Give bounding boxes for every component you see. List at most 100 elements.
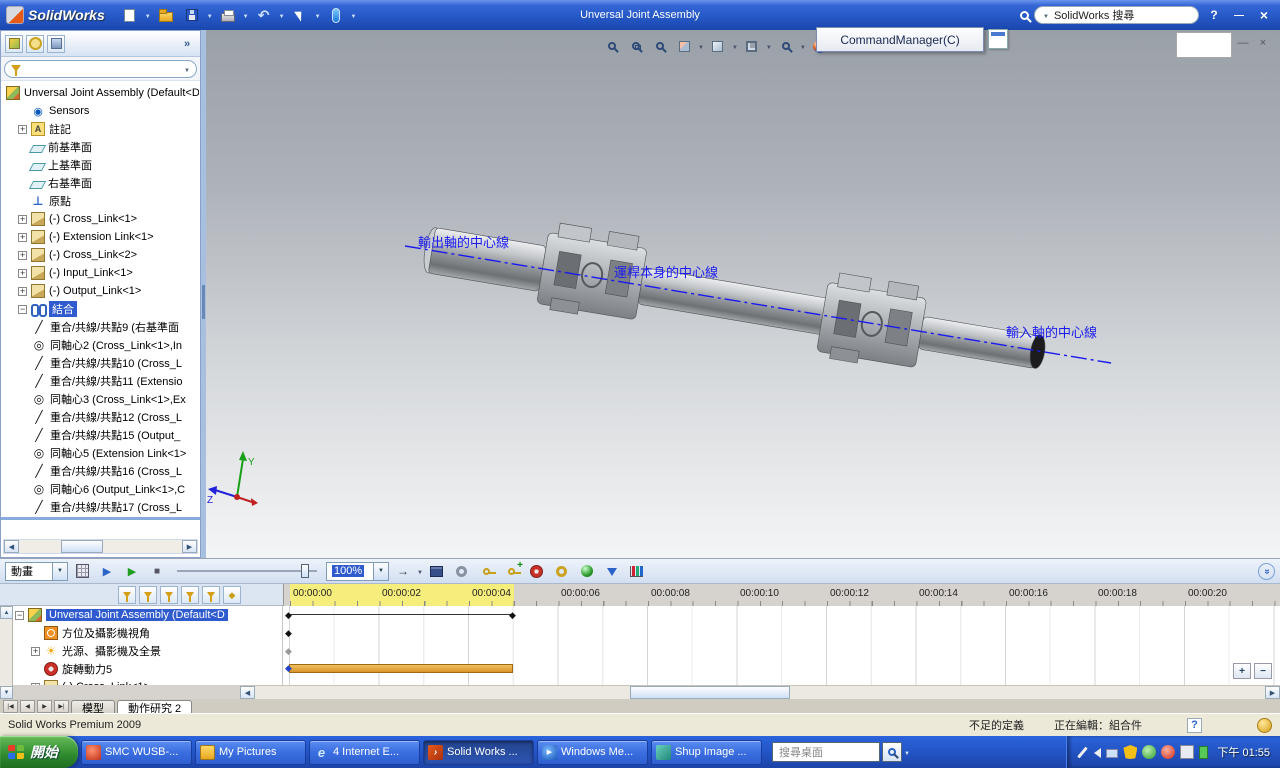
tree-item-mate[interactable]: 重合/共線/共點9 (右基準面 bbox=[2, 318, 199, 336]
print-button[interactable] bbox=[217, 4, 239, 26]
study-type-dropdown-arrow[interactable] bbox=[52, 562, 67, 580]
filter-results-button[interactable] bbox=[202, 586, 220, 604]
next-tab-button[interactable] bbox=[37, 700, 52, 713]
motion-tree-item-camera-views[interactable]: 方位及攝影機視角 bbox=[13, 624, 282, 642]
timeline-ruler[interactable]: 00:00:00 00:00:02 00:00:04 00:00:06 00:0… bbox=[283, 584, 1280, 606]
featuremanager-tab[interactable] bbox=[5, 34, 23, 53]
taskbar-task-my-pictures[interactable]: My Pictures bbox=[195, 739, 306, 765]
output-shaft-centerline-label[interactable]: 輸出軸的中心線 bbox=[418, 232, 509, 251]
tree-item-mate[interactable]: 同軸心6 (Output_Link<1>,C bbox=[2, 480, 199, 498]
calculate-button[interactable] bbox=[71, 561, 93, 582]
print-dropdown-arrow[interactable] bbox=[243, 9, 249, 21]
key-diamond-end[interactable] bbox=[509, 610, 516, 620]
slider-thumb[interactable] bbox=[301, 564, 309, 578]
key-properties-button[interactable] bbox=[223, 586, 241, 604]
taskbar-task-internet-explorer-group[interactable]: 4 Internet E... bbox=[309, 739, 420, 765]
taskbar-task-shup-image[interactable]: Shup Image ... bbox=[651, 739, 762, 765]
tree-item-mate[interactable]: 同軸心5 (Extension Link<1> bbox=[2, 444, 199, 462]
desktop-search-button[interactable] bbox=[882, 742, 902, 762]
taskbar-task-smc[interactable]: SMC WUSB-... bbox=[81, 739, 192, 765]
scroll-left-button[interactable]: ◀ bbox=[4, 540, 19, 553]
save-button[interactable] bbox=[181, 4, 203, 26]
filter-all-button[interactable] bbox=[118, 586, 136, 604]
key-diamond-motor[interactable] bbox=[285, 663, 292, 673]
undo-button[interactable] bbox=[253, 4, 275, 26]
timeline-horizontal-scrollbar[interactable]: ◀ ▶ bbox=[240, 685, 1280, 699]
autokey-button[interactable] bbox=[476, 561, 498, 582]
tree-item-origin[interactable]: 原點 bbox=[2, 192, 199, 210]
panel-horizontal-scrollbar[interactable]: ◀ ▶ bbox=[3, 539, 198, 554]
new-document-button[interactable] bbox=[119, 4, 141, 26]
motion-tree-item-lights-cameras[interactable]: 光源、攝影機及全景 bbox=[13, 642, 282, 660]
security-shield-tray-icon[interactable] bbox=[1123, 745, 1138, 759]
new-dropdown-arrow[interactable] bbox=[145, 9, 151, 21]
timeline-zoom-select[interactable]: 100% bbox=[326, 561, 389, 581]
tree-item-mate[interactable]: 重合/共線/共點16 (Cross_L bbox=[2, 462, 199, 480]
filter-animated-button[interactable] bbox=[139, 586, 157, 604]
tree-filter-input[interactable] bbox=[4, 60, 197, 78]
taskbar-task-windows-media[interactable]: Windows Me... bbox=[537, 739, 648, 765]
scroll-down-button[interactable]: ▼ bbox=[0, 686, 13, 699]
expand-icon[interactable] bbox=[18, 124, 27, 134]
configurationmanager-tab[interactable] bbox=[47, 34, 65, 53]
help-button[interactable] bbox=[1204, 6, 1224, 24]
play-button[interactable] bbox=[121, 561, 143, 582]
scroll-left-button[interactable]: ◀ bbox=[240, 686, 255, 699]
tree-item-extension-link1[interactable]: (-) Extension Link<1> bbox=[2, 228, 199, 246]
timeline-grid[interactable] bbox=[283, 606, 1280, 685]
search-input[interactable]: SolidWorks 搜尋 bbox=[1034, 6, 1199, 24]
input-method-tray-icon[interactable] bbox=[1180, 745, 1195, 759]
messenger-tray-icon[interactable] bbox=[1142, 745, 1157, 759]
key-diamond-lights[interactable] bbox=[285, 646, 292, 656]
filter-driving-button[interactable] bbox=[160, 586, 178, 604]
tab-model[interactable]: 模型 bbox=[71, 700, 115, 715]
playback-mode-dropdown-arrow[interactable] bbox=[417, 565, 423, 577]
scroll-thumb[interactable] bbox=[630, 686, 790, 699]
panel-split-line[interactable] bbox=[1, 517, 200, 520]
select-dropdown-arrow[interactable] bbox=[315, 9, 321, 21]
save-animation-button[interactable] bbox=[426, 561, 448, 582]
gravity-button[interactable] bbox=[601, 561, 623, 582]
key-diamond-start[interactable] bbox=[285, 610, 292, 620]
toolbar-window-icon[interactable] bbox=[988, 29, 1008, 49]
tree-item-annotations[interactable]: 註記 bbox=[2, 120, 199, 138]
expand-icon[interactable] bbox=[31, 646, 40, 656]
tree-item-input-link1[interactable]: (-) Input_Link<1> bbox=[2, 264, 199, 282]
tree-item-mate[interactable]: 同軸心2 (Cross_Link<1>,In bbox=[2, 336, 199, 354]
tree-item-output-link1[interactable]: (-) Output_Link<1> bbox=[2, 282, 199, 300]
tree-item-right-plane[interactable]: 右基準面 bbox=[2, 174, 199, 192]
panel-expand-chevron[interactable]: » bbox=[178, 38, 196, 50]
playback-mode-button[interactable] bbox=[392, 561, 414, 582]
collapse-motionmanager-button[interactable] bbox=[1258, 562, 1275, 580]
network-tray-icon[interactable] bbox=[1106, 749, 1119, 758]
scroll-thumb[interactable] bbox=[61, 540, 103, 553]
motor-duration-bar[interactable] bbox=[289, 664, 513, 673]
taskbar-task-solidworks[interactable]: Solid Works ... bbox=[423, 739, 534, 765]
motion-tree-vertical-scrollbar[interactable]: ▲ ▼ bbox=[0, 606, 13, 699]
timeline-zoom-dropdown-arrow[interactable] bbox=[373, 562, 388, 580]
expand-icon[interactable] bbox=[18, 250, 27, 260]
tablet-pen-tray-icon[interactable] bbox=[1077, 746, 1089, 758]
input-shaft-centerline-label[interactable]: 輸入軸的中心線 bbox=[1006, 322, 1097, 341]
tree-item-mate[interactable]: 重合/共線/共點10 (Cross_L bbox=[2, 354, 199, 372]
quick-tool-button[interactable] bbox=[325, 4, 347, 26]
play-from-start-button[interactable] bbox=[96, 561, 118, 582]
animation-wizard-button[interactable] bbox=[451, 561, 473, 582]
undo-dropdown-arrow[interactable] bbox=[279, 9, 285, 21]
tree-item-front-plane[interactable]: 前基準面 bbox=[2, 138, 199, 156]
study-type-select[interactable]: 動畫 bbox=[5, 561, 68, 581]
expand-icon[interactable] bbox=[18, 214, 27, 224]
graphics-viewport[interactable]: — × bbox=[206, 30, 1280, 558]
tree-item-mate[interactable]: 重合/共線/共點11 (Extensio bbox=[2, 372, 199, 390]
filter-selected-button[interactable] bbox=[181, 586, 199, 604]
search-scope-arrow[interactable] bbox=[1043, 9, 1049, 21]
minimize-button[interactable] bbox=[1229, 6, 1249, 24]
quick-tips-icon[interactable] bbox=[1257, 717, 1272, 733]
save-dropdown-arrow[interactable] bbox=[207, 9, 213, 21]
tree-item-assembly[interactable]: Unversal Joint Assembly (Default<De bbox=[2, 84, 199, 102]
desktop-search-input[interactable]: 搜尋桌面 bbox=[772, 742, 880, 762]
motor-button[interactable] bbox=[526, 561, 548, 582]
contact-button[interactable] bbox=[576, 561, 598, 582]
collapse-icon[interactable] bbox=[15, 610, 24, 620]
motion-tree-item-rotary-motor[interactable]: 旋轉動力5 bbox=[13, 660, 282, 678]
